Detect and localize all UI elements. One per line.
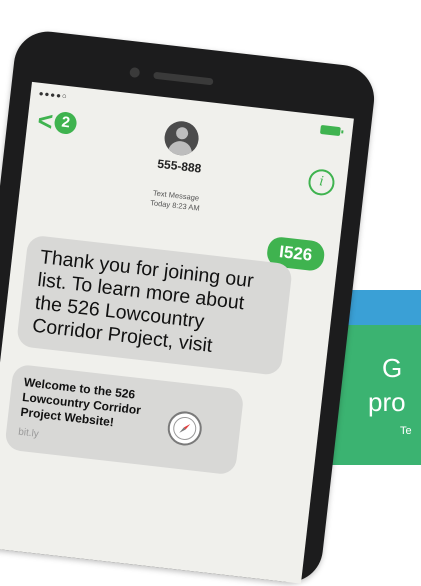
info-icon[interactable]: i [307, 167, 336, 197]
link-preview-domain: bit.ly [17, 426, 40, 440]
phone-device: ●●●●○ < 2 555-888 i Text Message Today 8… [0, 28, 378, 586]
avatar-icon[interactable] [162, 119, 201, 158]
received-message-bubble: Thank you for joining our list. To learn… [16, 234, 293, 376]
link-preview-title: Welcome to the 526 Lowcountry Corridor P… [19, 374, 142, 430]
battery-icon [319, 124, 341, 137]
unread-count-badge: 2 [53, 110, 78, 136]
link-preview-card[interactable]: Welcome to the 526 Lowcountry Corridor P… [4, 363, 245, 476]
phone-screen: ●●●●○ < 2 555-888 i Text Message Today 8… [0, 81, 354, 584]
speaker-grille [153, 71, 214, 86]
contact-number: 555-888 [156, 156, 203, 176]
avatar-body [167, 139, 194, 158]
compass-icon [165, 409, 204, 448]
background-text-2: pro [368, 387, 406, 417]
signal-strength-icon: ●●●●○ [38, 88, 69, 102]
message-meta: Text Message Today 8:23 AM [125, 185, 227, 216]
camera-icon [129, 66, 141, 79]
background-text-3: Te [400, 425, 412, 437]
background-text-1: G [382, 353, 403, 383]
chevron-left-icon: < [36, 104, 55, 137]
avatar-head [175, 126, 189, 140]
back-button[interactable]: < 2 [36, 104, 78, 137]
